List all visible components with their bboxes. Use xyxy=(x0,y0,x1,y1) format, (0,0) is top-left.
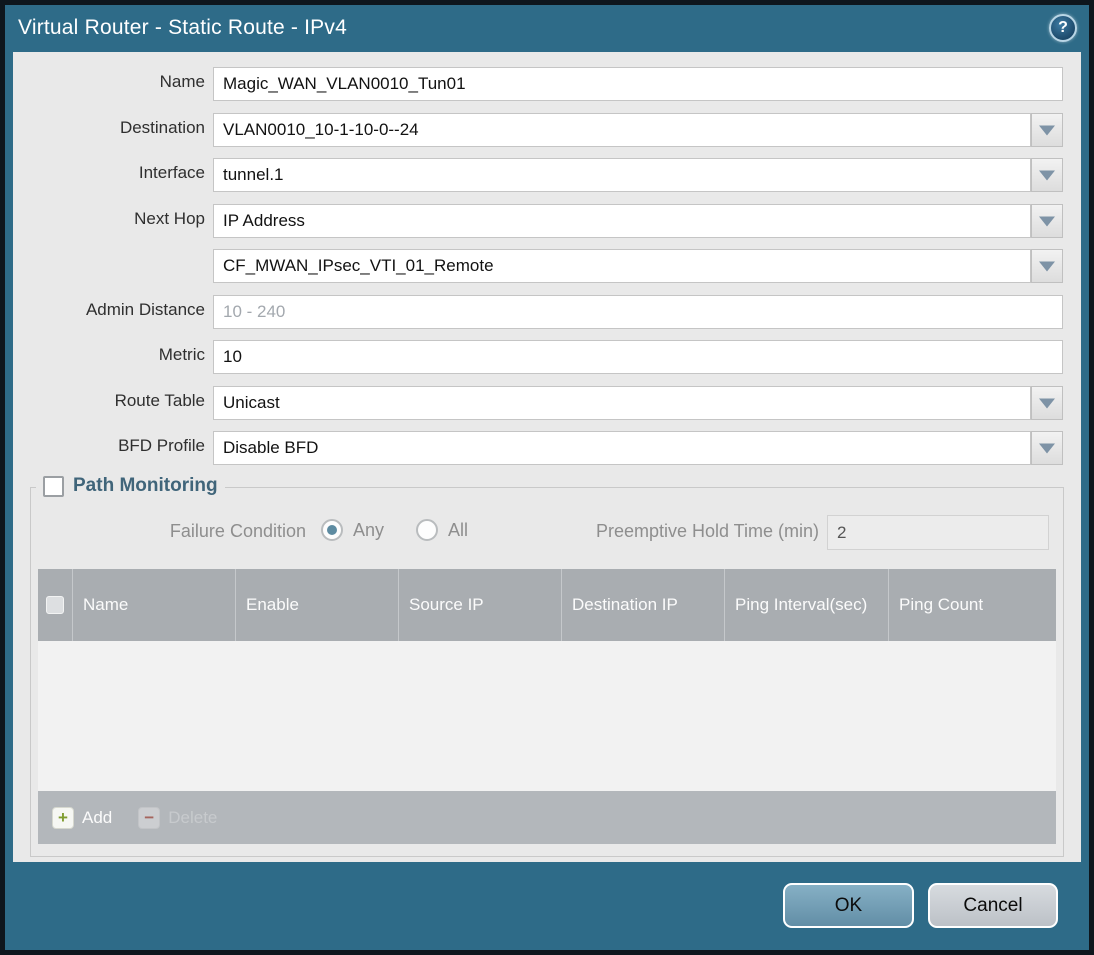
path-monitoring-table: Name Enable Source IP Destination IP Pin… xyxy=(38,569,1056,844)
form-row-metric: Metric xyxy=(13,340,1081,374)
failure-condition-radio-any[interactable]: Any xyxy=(321,519,384,541)
next-hop-label: Next Hop xyxy=(134,209,205,228)
form-row-name: Name xyxy=(13,67,1081,101)
dialog-title: Virtual Router - Static Route - IPv4 xyxy=(18,16,347,39)
bfd-profile-dropdown-button[interactable] xyxy=(1031,431,1063,465)
metric-label: Metric xyxy=(158,345,205,364)
select-all-checkbox[interactable] xyxy=(46,596,64,614)
ok-button[interactable]: OK xyxy=(783,883,914,928)
form-row-bfd-profile: BFD Profile xyxy=(13,431,1081,465)
name-input[interactable] xyxy=(213,67,1063,101)
form-row-next-hop: Next Hop xyxy=(13,204,1081,238)
radio-icon xyxy=(321,519,343,541)
form-row-admin-distance: Admin Distance xyxy=(13,295,1081,329)
chevron-down-icon xyxy=(1039,216,1055,227)
bfd-profile-label: BFD Profile xyxy=(118,436,205,455)
destination-label: Destination xyxy=(119,118,205,137)
column-header-destination-ip: Destination IP xyxy=(562,569,725,641)
route-table-label: Route Table xyxy=(114,391,205,410)
table-header-row: Name Enable Source IP Destination IP Pin… xyxy=(38,569,1056,641)
dialog-titlebar: Virtual Router - Static Route - IPv4 ? xyxy=(5,5,1089,52)
column-header-ping-interval: Ping Interval(sec) xyxy=(725,569,889,641)
chevron-down-icon xyxy=(1039,170,1055,181)
radio-icon xyxy=(416,519,438,541)
path-monitoring-title[interactable]: Path Monitoring xyxy=(73,475,218,497)
chevron-down-icon xyxy=(1039,398,1055,409)
table-body-empty xyxy=(38,641,1056,791)
name-label: Name xyxy=(159,72,205,91)
delete-button: − Delete xyxy=(138,806,217,829)
next-hop-address-dropdown-button[interactable] xyxy=(1031,249,1063,283)
column-header-ping-count: Ping Count xyxy=(899,595,984,615)
admin-distance-label: Admin Distance xyxy=(85,300,205,319)
cancel-button[interactable]: Cancel xyxy=(928,883,1058,928)
preemptive-hold-time-input[interactable] xyxy=(827,515,1049,550)
failure-condition-label: Failure Condition xyxy=(169,521,306,541)
admin-distance-input[interactable] xyxy=(213,295,1063,329)
path-monitoring-checkbox[interactable] xyxy=(43,475,64,497)
metric-input[interactable] xyxy=(213,340,1063,374)
interface-input[interactable] xyxy=(213,158,1031,192)
next-hop-address-input[interactable] xyxy=(213,249,1031,283)
static-route-dialog: Virtual Router - Static Route - IPv4 ? N… xyxy=(0,0,1094,955)
failure-condition-radio-all[interactable]: All xyxy=(416,519,468,541)
next-hop-type-dropdown-button[interactable] xyxy=(1031,204,1063,238)
chevron-down-icon xyxy=(1039,261,1055,272)
dialog-body: Name Destination Interface Next Hop xyxy=(13,52,1081,862)
destination-input[interactable] xyxy=(213,113,1031,147)
form-row-interface: Interface xyxy=(13,158,1081,192)
next-hop-type-input[interactable] xyxy=(213,204,1031,238)
preemptive-hold-time-label: Preemptive Hold Time (min) xyxy=(595,521,819,541)
bfd-profile-input[interactable] xyxy=(213,431,1031,465)
column-header-name: Name xyxy=(73,569,236,641)
plus-icon: + xyxy=(52,806,74,829)
add-button[interactable]: + Add xyxy=(52,806,112,829)
interface-label: Interface xyxy=(138,163,205,182)
route-table-dropdown-button[interactable] xyxy=(1031,386,1063,420)
form-row-destination: Destination xyxy=(13,113,1081,147)
chevron-down-icon xyxy=(1039,125,1055,136)
column-header-source-ip: Source IP xyxy=(399,569,562,641)
form-row-route-table: Route Table xyxy=(13,386,1081,420)
chevron-down-icon xyxy=(1039,443,1055,454)
help-icon[interactable]: ? xyxy=(1049,14,1077,42)
path-monitoring-section: Path Monitoring Failure Condition Any Al… xyxy=(30,475,1064,857)
route-table-input[interactable] xyxy=(213,386,1031,420)
interface-dropdown-button[interactable] xyxy=(1031,158,1063,192)
minus-icon: − xyxy=(138,806,161,829)
form-row-next-hop-address xyxy=(13,249,1081,283)
table-toolbar: + Add − Delete xyxy=(38,791,1056,844)
destination-dropdown-button[interactable] xyxy=(1031,113,1063,147)
select-all-checkbox-cell xyxy=(38,569,73,641)
column-header-enable: Enable xyxy=(236,569,399,641)
